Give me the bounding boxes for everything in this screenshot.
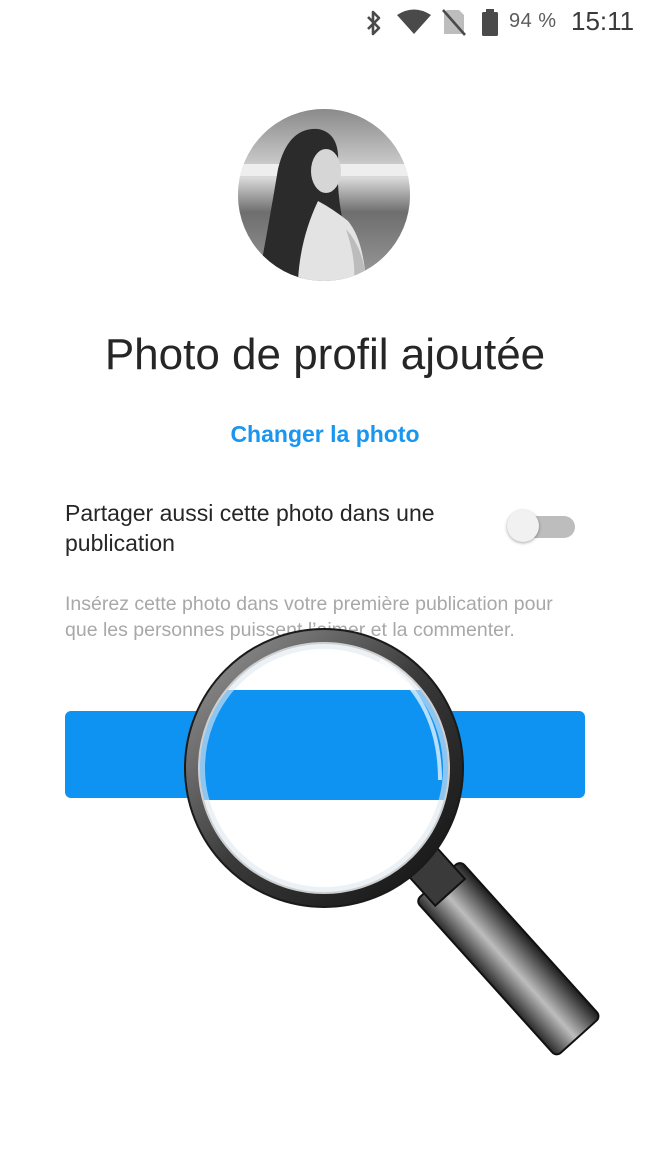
wifi-icon (396, 9, 432, 40)
profile-avatar[interactable] (238, 109, 410, 281)
battery-icon (481, 9, 499, 42)
toggle-thumb (507, 510, 539, 542)
share-to-post-label: Partager aussi cette photo dans une publ… (65, 500, 435, 556)
share-to-post-row: Partager aussi cette photo dans une publ… (65, 498, 585, 562)
no-sim-icon (441, 8, 467, 41)
bluetooth-icon (363, 9, 385, 42)
profile-photo (238, 109, 410, 281)
page-title: Photo de profil ajoutée (104, 330, 546, 379)
share-to-post-toggle[interactable] (507, 510, 577, 542)
next-button[interactable]: Next (65, 711, 585, 798)
share-description: Insérez cette photo dans votre première … (65, 593, 553, 641)
battery-percent: 94 % (509, 10, 557, 32)
change-photo-link[interactable]: Changer la photo (0, 421, 650, 448)
status-bar: 94 % 15:11 (0, 0, 650, 46)
clock-time: 15:11 (571, 6, 635, 36)
